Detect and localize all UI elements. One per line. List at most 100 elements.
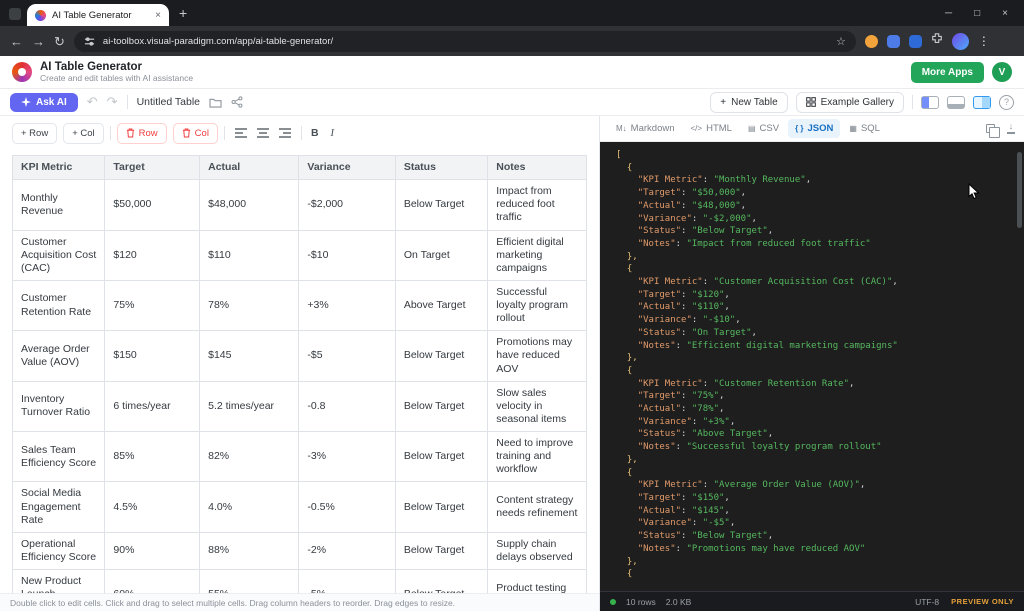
table-cell[interactable]: -$5 <box>299 331 395 381</box>
puzzle-icon[interactable] <box>931 32 943 50</box>
table-cell[interactable]: Impact from reduced foot traffic <box>488 180 587 230</box>
new-table-button[interactable]: + New Table <box>710 92 787 113</box>
table-cell[interactable]: Operational Efficiency Score <box>13 532 105 569</box>
column-header[interactable]: Target <box>105 156 200 180</box>
table-cell[interactable]: $145 <box>200 331 299 381</box>
align-left-icon[interactable] <box>235 128 247 138</box>
more-apps-button[interactable]: More Apps <box>911 62 984 83</box>
share-icon[interactable] <box>231 96 243 108</box>
column-header[interactable]: KPI Metric <box>13 156 105 180</box>
forward-icon[interactable]: → <box>32 35 45 48</box>
align-right-icon[interactable] <box>279 128 291 138</box>
table-cell[interactable]: $150 <box>105 331 200 381</box>
italic-button[interactable]: I <box>328 128 338 139</box>
code-view-icon[interactable] <box>947 96 965 109</box>
table-cell[interactable]: New Product Launch Success Rate <box>13 570 105 594</box>
table-cell[interactable]: 75% <box>105 280 200 330</box>
code-editor[interactable]: [ { "KPI Metric": "Monthly Revenue", "Ta… <box>600 142 1024 591</box>
table-cell[interactable]: Promotions may have reduced AOV <box>488 331 587 381</box>
delete-col-button[interactable]: Col <box>173 123 218 144</box>
table-cell[interactable]: $48,000 <box>200 180 299 230</box>
document-title[interactable]: Untitled Table <box>137 96 200 108</box>
table-cell[interactable]: Customer Retention Rate <box>13 280 105 330</box>
table-cell[interactable]: 78% <box>200 280 299 330</box>
tab-sql[interactable]: ▦ SQL <box>842 119 887 138</box>
table-cell[interactable]: -3% <box>299 432 395 482</box>
table-cell[interactable]: Below Target <box>395 331 487 381</box>
table-cell[interactable]: Above Target <box>395 280 487 330</box>
table-cell[interactable]: Efficient digital marketing campaigns <box>488 230 587 280</box>
column-header[interactable]: Status <box>395 156 487 180</box>
table-cell[interactable]: -0.8 <box>299 381 395 431</box>
table-cell[interactable]: Below Target <box>395 570 487 594</box>
table-cell[interactable]: $110 <box>200 230 299 280</box>
table-cell[interactable]: Supply chain delays observed <box>488 532 587 569</box>
undo-icon[interactable]: ↶ <box>87 94 98 110</box>
close-button[interactable]: × <box>1002 8 1008 19</box>
tab-csv[interactable]: ▤ CSV <box>741 119 786 138</box>
tab-search-icon[interactable] <box>9 8 21 20</box>
table-cell[interactable]: 85% <box>105 432 200 482</box>
table-cell[interactable]: $120 <box>105 230 200 280</box>
user-avatar[interactable]: V <box>992 62 1012 82</box>
align-center-icon[interactable] <box>257 128 269 138</box>
help-icon[interactable]: ? <box>999 95 1014 110</box>
table-cell[interactable]: Below Target <box>395 381 487 431</box>
table-cell[interactable]: Average Order Value (AOV) <box>13 331 105 381</box>
split-view-icon[interactable] <box>973 96 991 109</box>
maximize-button[interactable]: □ <box>974 8 980 19</box>
copy-icon[interactable] <box>986 124 995 133</box>
table-cell[interactable]: Inventory Turnover Ratio <box>13 381 105 431</box>
column-header[interactable]: Actual <box>200 156 299 180</box>
tab-markdown[interactable]: M↓ Markdown <box>609 119 682 138</box>
tab-close-icon[interactable]: × <box>155 10 161 21</box>
table-cell[interactable]: -0.5% <box>299 482 395 532</box>
add-col-button[interactable]: + Col <box>63 123 103 144</box>
table-cell[interactable]: On Target <box>395 230 487 280</box>
table-cell[interactable]: Below Target <box>395 432 487 482</box>
address-bar[interactable]: ai-toolbox.visual-paradigm.com/app/ai-ta… <box>74 31 856 52</box>
table-cell[interactable]: $50,000 <box>105 180 200 230</box>
example-gallery-button[interactable]: Example Gallery <box>796 92 904 113</box>
table-cell[interactable]: Need to improve training and workflow <box>488 432 587 482</box>
download-icon[interactable]: ↓ <box>1007 123 1015 133</box>
table-view-icon[interactable] <box>921 96 939 109</box>
browser-menu-icon[interactable]: ⋮ <box>978 34 990 48</box>
add-row-button[interactable]: + Row <box>12 123 57 144</box>
extension-icon-orange[interactable] <box>865 35 878 48</box>
table-cell[interactable]: 90% <box>105 532 200 569</box>
open-folder-icon[interactable] <box>209 97 222 108</box>
table-cell[interactable]: Content strategy needs refinement <box>488 482 587 532</box>
table-cell[interactable]: 88% <box>200 532 299 569</box>
tab-json[interactable]: { } JSON <box>788 119 840 138</box>
back-icon[interactable]: ← <box>10 35 23 48</box>
extension-icon-blue[interactable] <box>887 35 900 48</box>
table-cell[interactable]: -5% <box>299 570 395 594</box>
table-cell[interactable]: +3% <box>299 280 395 330</box>
table-cell[interactable]: Sales Team Efficiency Score <box>13 432 105 482</box>
table-cell[interactable]: Monthly Revenue <box>13 180 105 230</box>
table-cell[interactable]: -$2,000 <box>299 180 395 230</box>
table-cell[interactable]: Social Media Engagement Rate <box>13 482 105 532</box>
table-cell[interactable]: Below Target <box>395 180 487 230</box>
column-header[interactable]: Notes <box>488 156 587 180</box>
table-cell[interactable]: 60% <box>105 570 200 594</box>
editor-scrollbar[interactable] <box>1017 152 1022 228</box>
table-cell[interactable]: -2% <box>299 532 395 569</box>
table-cell[interactable]: 82% <box>200 432 299 482</box>
table-cell[interactable]: 6 times/year <box>105 381 200 431</box>
new-tab-button[interactable]: + <box>179 5 187 21</box>
site-info-icon[interactable] <box>84 36 95 47</box>
tab-html[interactable]: </> HTML <box>684 119 739 138</box>
extension-icon-blue2[interactable] <box>909 35 922 48</box>
table-cell[interactable]: Below Target <box>395 532 487 569</box>
table-cell[interactable]: -$10 <box>299 230 395 280</box>
table-cell[interactable]: Below Target <box>395 482 487 532</box>
table-cell[interactable]: Product testing phase delayed <box>488 570 587 594</box>
table-cell[interactable]: Customer Acquisition Cost (CAC) <box>13 230 105 280</box>
column-header[interactable]: Variance <box>299 156 395 180</box>
table-cell[interactable]: 5.2 times/year <box>200 381 299 431</box>
table-cell[interactable]: Slow sales velocity in seasonal items <box>488 381 587 431</box>
table-cell[interactable]: 55% <box>200 570 299 594</box>
table-cell[interactable]: 4.5% <box>105 482 200 532</box>
